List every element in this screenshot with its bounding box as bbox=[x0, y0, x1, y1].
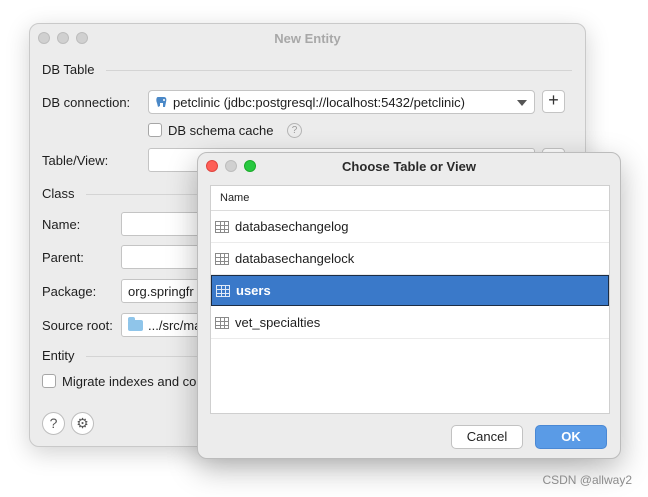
table-row-label: vet_specialties bbox=[235, 315, 321, 330]
watermark: CSDN @allway2 bbox=[542, 473, 632, 487]
table-icon bbox=[216, 285, 230, 297]
gear-icon[interactable]: ⚙ bbox=[71, 412, 94, 435]
migrate-indexes-label: Migrate indexes and co bbox=[62, 374, 197, 389]
table-row-label: databasechangelog bbox=[235, 219, 349, 234]
table-icon bbox=[215, 317, 229, 329]
table-list[interactable]: Name databasechangelog databasechangeloc… bbox=[210, 185, 610, 414]
table-row[interactable]: vet_specialties bbox=[211, 307, 609, 339]
table-icon bbox=[215, 253, 229, 265]
db-table-section-title: DB Table bbox=[42, 62, 95, 77]
db-connection-select[interactable]: petclinic (jdbc:postgresql://localhost:5… bbox=[148, 90, 535, 114]
source-root-value: .../src/ma bbox=[148, 318, 202, 333]
class-section-title: Class bbox=[42, 186, 75, 201]
table-icon bbox=[215, 221, 229, 233]
dialog-title: Choose Table or View bbox=[342, 159, 476, 174]
db-schema-cache-checkbox[interactable] bbox=[148, 123, 162, 137]
choose-table-dialog: Choose Table or View Name databasechange… bbox=[197, 152, 621, 459]
db-connection-label: DB connection: bbox=[42, 95, 131, 110]
source-root-label: Source root: bbox=[42, 318, 113, 333]
table-row-label: databasechangelock bbox=[235, 251, 355, 266]
ok-button[interactable]: OK bbox=[535, 425, 607, 449]
postgresql-elephant-icon bbox=[156, 97, 167, 107]
help-button[interactable]: ? bbox=[42, 412, 65, 435]
table-row-selected[interactable]: users bbox=[211, 275, 609, 306]
table-row[interactable]: databasechangelog bbox=[211, 211, 609, 243]
table-row[interactable]: databasechangelock bbox=[211, 243, 609, 275]
list-header[interactable]: Name bbox=[211, 186, 609, 211]
db-schema-cache-label: DB schema cache bbox=[168, 123, 274, 138]
chevron-down-icon bbox=[517, 100, 527, 106]
migrate-indexes-checkbox[interactable] bbox=[42, 374, 56, 388]
help-icon[interactable]: ? bbox=[287, 123, 302, 138]
add-connection-button[interactable]: + bbox=[542, 90, 565, 113]
parent-label: Parent: bbox=[42, 250, 84, 265]
package-label: Package: bbox=[42, 284, 97, 299]
table-row-label: users bbox=[236, 283, 271, 298]
package-value: org.springfr bbox=[128, 284, 194, 299]
db-table-separator bbox=[106, 70, 572, 71]
name-column-header: Name bbox=[220, 192, 250, 204]
db-connection-value: petclinic (jdbc:postgresql://localhost:5… bbox=[173, 95, 465, 110]
table-view-label: Table/View: bbox=[42, 153, 109, 168]
name-label: Name: bbox=[42, 217, 81, 232]
new-entity-titlebar: New Entity bbox=[30, 24, 585, 52]
cancel-button[interactable]: Cancel bbox=[451, 425, 523, 449]
window-title: New Entity bbox=[274, 31, 341, 46]
entity-section-title: Entity bbox=[42, 348, 75, 363]
folder-icon bbox=[128, 317, 143, 331]
